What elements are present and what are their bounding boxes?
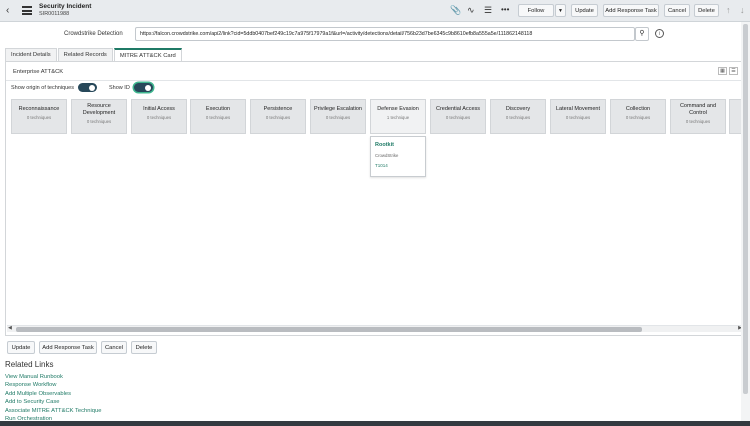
- scrollbar-thumb[interactable]: [743, 24, 748, 394]
- form-tabs: Incident Details Related Records MITRE A…: [5, 48, 183, 61]
- technique-source: CrowdStrike: [375, 153, 399, 158]
- tactic-collection[interactable]: Collection 0 techniques: [610, 99, 666, 134]
- related-links-title: Related Links: [5, 360, 54, 369]
- tactic-name: Execution: [205, 106, 231, 112]
- tactic-name: Credential Access: [435, 106, 481, 112]
- tactic-name: Resource Development: [82, 103, 116, 116]
- show-origin-label: Show origin of techniques: [11, 84, 74, 91]
- show-origin-toggle[interactable]: [77, 83, 97, 92]
- tactic-count: 0 techniques: [86, 119, 112, 124]
- tab-mitre-attack-card[interactable]: MITRE ATT&CK Card: [113, 48, 182, 61]
- cancel-button-footer[interactable]: Cancel: [101, 341, 127, 354]
- tactic-name: Collection: [625, 106, 651, 112]
- settings-icon[interactable]: ☰: [484, 5, 492, 15]
- record-title: Security Incident: [39, 3, 92, 10]
- record-number: SIR0011988: [39, 11, 70, 17]
- tactic-defense-evasion[interactable]: Defense Evasion 1 technique: [370, 99, 426, 134]
- tactic-persistence[interactable]: Persistence 0 techniques: [250, 99, 306, 134]
- tab-related-records[interactable]: Related Records: [57, 48, 113, 61]
- technique-card[interactable]: Rootkit CrowdStrike T1014: [370, 136, 426, 177]
- tactic-execution[interactable]: Execution 0 techniques: [190, 99, 246, 134]
- tactic-lateral-movement[interactable]: Lateral Movement 0 techniques: [550, 99, 606, 134]
- tactic-name: Defense Evasion: [377, 106, 419, 112]
- link-add-multiple-observables[interactable]: Add Multiple Observables: [5, 391, 71, 397]
- scroll-left-icon[interactable]: ◀: [8, 325, 12, 331]
- technique-name[interactable]: Rootkit: [375, 142, 421, 148]
- chevron-down-icon: ▼: [558, 7, 563, 14]
- tab-incident-details[interactable]: Incident Details: [5, 48, 57, 61]
- tactic-resource-development[interactable]: Resource Development 0 techniques: [71, 99, 127, 134]
- arrow-up-icon[interactable]: ↑: [726, 5, 731, 15]
- mitre-attack-panel: Enterprise ATT&CK ▦ ☰ Show origin of tec…: [5, 61, 743, 336]
- matrix-title: Enterprise ATT&CK: [13, 69, 64, 75]
- tactic-count: 0 techniques: [26, 115, 52, 120]
- tactic-credential-access[interactable]: Credential Access 0 techniques: [430, 99, 486, 134]
- technique-id[interactable]: T1014: [375, 163, 421, 168]
- info-icon[interactable]: i: [655, 29, 664, 38]
- link-response-workflow[interactable]: Response Workflow: [5, 382, 56, 388]
- tactic-count: 0 techniques: [265, 115, 291, 120]
- taskbar-strip: [0, 421, 750, 426]
- tactic-count: 0 techniques: [445, 115, 471, 120]
- tactic-count: 0 techniques: [146, 115, 172, 120]
- view-switcher: ▦ ☰: [718, 67, 738, 75]
- tactic-initial-access[interactable]: Initial Access 0 techniques: [131, 99, 187, 134]
- crowdstrike-detection-label: Crowdstrike Detection: [64, 31, 123, 37]
- tactic-name: Privilege Escalation: [314, 106, 362, 112]
- follow-dropdown-button[interactable]: ▼: [555, 4, 566, 17]
- tactic-name: Persistence: [263, 106, 293, 112]
- divider: [6, 80, 742, 81]
- tactic-name: Discovery: [505, 106, 531, 112]
- tactic-name: Command and Control: [679, 103, 717, 116]
- cancel-button[interactable]: Cancel: [664, 4, 690, 17]
- tactic-reconnaissance[interactable]: Reconnaissance 0 techniques: [11, 99, 67, 134]
- delete-button-footer[interactable]: Delete: [131, 341, 157, 354]
- follow-button[interactable]: Follow: [518, 4, 554, 17]
- show-origin-row: Show origin of techniques: [11, 83, 97, 92]
- tactic-name: Initial Access: [143, 106, 175, 112]
- add-response-task-button[interactable]: Add Response Task: [603, 4, 659, 17]
- hamburger-icon[interactable]: [22, 6, 32, 15]
- link-associate-mitre-technique[interactable]: Associate MITRE ATT&CK Technique: [5, 408, 101, 414]
- horizontal-scrollbar[interactable]: ◀ ▶: [7, 325, 743, 332]
- show-id-label: Show ID: [109, 84, 130, 91]
- tactic-command-and-control[interactable]: Command and Control 0 techniques: [670, 99, 726, 134]
- vertical-scrollbar[interactable]: [741, 22, 750, 422]
- tactic-count: 1 technique: [386, 115, 410, 120]
- activity-icon[interactable]: ∿: [467, 5, 475, 15]
- tactic-count: 0 techniques: [325, 115, 351, 120]
- more-icon[interactable]: •••: [501, 5, 509, 15]
- add-response-task-button-footer[interactable]: Add Response Task: [39, 341, 97, 354]
- tactic-count: 0 techniques: [505, 115, 531, 120]
- arrow-down-icon[interactable]: ↓: [740, 5, 745, 15]
- crowdstrike-detection-field[interactable]: https://falcon.crowdstrike.com/api2/link…: [135, 27, 635, 41]
- scrollbar-thumb[interactable]: [16, 327, 642, 332]
- tactic-discovery[interactable]: Discovery 0 techniques: [490, 99, 546, 134]
- tactic-privilege-escalation[interactable]: Privilege Escalation 0 techniques: [310, 99, 366, 134]
- grid-view-icon[interactable]: ▦: [718, 67, 727, 75]
- tactic-count: 0 techniques: [625, 115, 651, 120]
- link-view-manual-runbook[interactable]: View Manual Runbook: [5, 374, 63, 380]
- show-id-toggle[interactable]: [133, 83, 153, 92]
- delete-button[interactable]: Delete: [694, 4, 719, 17]
- search-icon[interactable]: ⚲: [635, 27, 649, 41]
- tactic-count: 0 techniques: [565, 115, 591, 120]
- back-icon[interactable]: ‹: [6, 5, 9, 16]
- form-header: ‹ Security Incident SIR0011988 📎 ∿ ☰ •••…: [0, 0, 750, 22]
- show-id-row: Show ID: [109, 83, 153, 92]
- update-button[interactable]: Update: [571, 4, 598, 17]
- attachment-icon[interactable]: 📎: [450, 5, 461, 15]
- link-add-to-security-case[interactable]: Add to Security Case: [5, 399, 59, 405]
- tactic-name: Reconnaissance: [18, 106, 60, 112]
- tactic-count: 0 techniques: [685, 119, 711, 124]
- tactic-name: Lateral Movement: [555, 106, 601, 112]
- tactic-count: 0 techniques: [205, 115, 231, 120]
- update-button-footer[interactable]: Update: [7, 341, 35, 354]
- list-view-icon[interactable]: ☰: [729, 67, 738, 75]
